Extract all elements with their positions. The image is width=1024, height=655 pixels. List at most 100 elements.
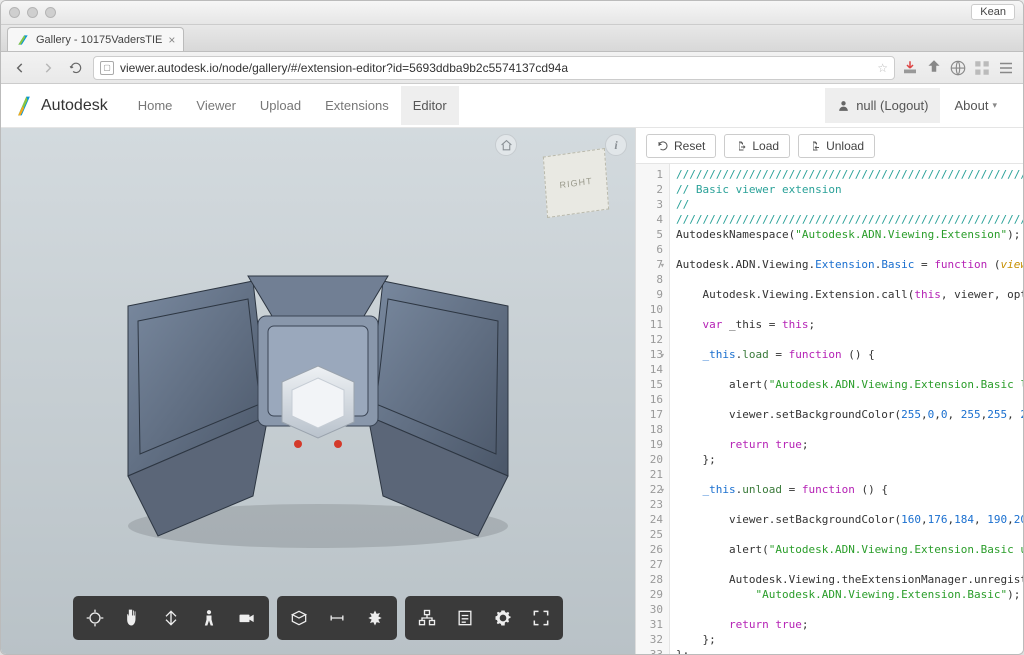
reload-button[interactable] <box>65 57 87 79</box>
code-line[interactable]: alert("Autodesk.ADN.Viewing.Extension.Ba… <box>676 542 1017 557</box>
viewer-info-button[interactable]: i <box>605 134 627 156</box>
code-line[interactable] <box>676 272 1017 287</box>
model-tree-button[interactable] <box>409 600 445 636</box>
code-body[interactable]: ////////////////////////////////////////… <box>670 164 1023 654</box>
back-button[interactable] <box>9 57 31 79</box>
share-arrow-icon[interactable] <box>925 59 943 77</box>
offline-docs-icon[interactable] <box>901 59 919 77</box>
editor-toolbar: Reset Load Unload <box>636 128 1023 164</box>
code-line[interactable]: alert("Autodesk.ADN.Viewing.Extension.Ba… <box>676 377 1017 392</box>
brand[interactable]: Autodesk <box>17 95 108 117</box>
browser-window: Kean Gallery - 10175VadersTIE × ▢ ☆ <box>0 0 1024 655</box>
viewer-panel[interactable]: i RIGHT <box>1 128 635 654</box>
code-line[interactable]: Autodesk.Viewing.theExtensionManager.unr… <box>676 572 1017 587</box>
minimize-window-button[interactable] <box>27 7 38 18</box>
grid-icon[interactable] <box>973 59 991 77</box>
gutter-line: 9 <box>636 287 663 302</box>
nav-item-extensions[interactable]: Extensions <box>313 86 401 125</box>
user-menu[interactable]: null (Logout) <box>825 88 940 123</box>
code-line[interactable] <box>676 362 1017 377</box>
tab-close-icon[interactable]: × <box>168 33 175 47</box>
camera-button[interactable] <box>229 600 265 636</box>
code-line[interactable]: return true; <box>676 617 1017 632</box>
browser-extension-icons <box>901 59 1015 77</box>
code-line[interactable]: viewer.setBackgroundColor(160,176,184, 1… <box>676 512 1017 527</box>
code-line[interactable] <box>676 392 1017 407</box>
browser-profile-button[interactable]: Kean <box>971 4 1015 20</box>
gutter-line: 8 <box>636 272 663 287</box>
code-line[interactable] <box>676 242 1017 257</box>
code-line[interactable]: }; <box>676 647 1017 654</box>
nav-item-upload[interactable]: Upload <box>248 86 313 125</box>
orbit-button[interactable] <box>77 600 113 636</box>
code-line[interactable]: ////////////////////////////////////////… <box>676 167 1017 182</box>
forward-button[interactable] <box>37 57 59 79</box>
viewcube[interactable]: RIGHT <box>545 152 607 214</box>
section-button[interactable] <box>281 600 317 636</box>
code-editor[interactable]: 1234567▾8910111213▾141516171819202122▾23… <box>636 164 1023 654</box>
code-line[interactable]: }; <box>676 632 1017 647</box>
pan-button[interactable] <box>115 600 151 636</box>
gutter-line: 3 <box>636 197 663 212</box>
nav-item-editor[interactable]: Editor <box>401 86 459 125</box>
code-line[interactable]: var _this = this; <box>676 317 1017 332</box>
zoom-button[interactable] <box>153 600 189 636</box>
code-line[interactable]: // Basic viewer extension <box>676 182 1017 197</box>
fullscreen-button[interactable] <box>523 600 559 636</box>
gutter-line: 30 <box>636 602 663 617</box>
globe-icon[interactable] <box>949 59 967 77</box>
first-person-button[interactable] <box>191 600 227 636</box>
code-line[interactable] <box>676 557 1017 572</box>
code-line[interactable] <box>676 497 1017 512</box>
browser-menu-icon[interactable] <box>997 59 1015 77</box>
reset-button[interactable]: Reset <box>646 134 716 158</box>
close-window-button[interactable] <box>9 7 20 18</box>
zoom-window-button[interactable] <box>45 7 56 18</box>
code-line[interactable] <box>676 467 1017 482</box>
code-line[interactable]: ////////////////////////////////////////… <box>676 212 1017 227</box>
bookmark-star-icon[interactable]: ☆ <box>877 61 888 75</box>
browser-tab[interactable]: Gallery - 10175VadersTIE × <box>7 27 184 51</box>
code-line[interactable] <box>676 332 1017 347</box>
nav-item-home[interactable]: Home <box>126 86 185 125</box>
explode-button[interactable] <box>357 600 393 636</box>
code-line[interactable]: // <box>676 197 1017 212</box>
viewer-home-button[interactable] <box>495 134 517 156</box>
gutter-line: 6 <box>636 242 663 257</box>
code-line[interactable]: _this.unload = function () { <box>676 482 1017 497</box>
unload-button[interactable]: Unload <box>798 134 875 158</box>
autodesk-logo-icon <box>17 95 31 117</box>
gutter-line: 28 <box>636 572 663 587</box>
app-root: Autodesk HomeViewerUploadExtensionsEdito… <box>1 84 1023 654</box>
gutter-line: 7▾ <box>636 257 663 272</box>
gutter-line: 1 <box>636 167 663 182</box>
code-line[interactable]: AutodeskNamespace("Autodesk.ADN.Viewing.… <box>676 227 1017 242</box>
nav-item-viewer[interactable]: Viewer <box>184 86 248 125</box>
measure-button[interactable] <box>319 600 355 636</box>
code-line[interactable]: }; <box>676 452 1017 467</box>
code-line[interactable]: Autodesk.Viewing.Extension.call(this, vi… <box>676 287 1017 302</box>
load-button[interactable]: Load <box>724 134 790 158</box>
code-line[interactable] <box>676 602 1017 617</box>
about-menu[interactable]: About ▾ <box>944 88 1007 123</box>
address-bar[interactable]: ▢ ☆ <box>93 56 895 80</box>
code-line[interactable]: viewer.setBackgroundColor(255,0,0, 255,2… <box>676 407 1017 422</box>
code-line[interactable] <box>676 422 1017 437</box>
code-line[interactable]: "Autodesk.ADN.Viewing.Extension.Basic"); <box>676 587 1017 602</box>
gutter-line: 13▾ <box>636 347 663 362</box>
code-line[interactable]: Autodesk.ADN.Viewing.Extension.Basic = f… <box>676 257 1017 272</box>
page-info-icon[interactable]: ▢ <box>100 61 114 75</box>
load-label: Load <box>752 139 779 153</box>
code-line[interactable]: return true; <box>676 437 1017 452</box>
code-line[interactable]: _this.load = function () { <box>676 347 1017 362</box>
gutter-line: 4 <box>636 212 663 227</box>
unload-label: Unload <box>826 139 864 153</box>
model-3d-view[interactable] <box>98 226 538 556</box>
code-line[interactable] <box>676 527 1017 542</box>
settings-button[interactable] <box>485 600 521 636</box>
user-label: null (Logout) <box>856 98 928 113</box>
gutter-line: 21 <box>636 467 663 482</box>
code-line[interactable] <box>676 302 1017 317</box>
url-input[interactable] <box>120 61 871 75</box>
properties-button[interactable] <box>447 600 483 636</box>
